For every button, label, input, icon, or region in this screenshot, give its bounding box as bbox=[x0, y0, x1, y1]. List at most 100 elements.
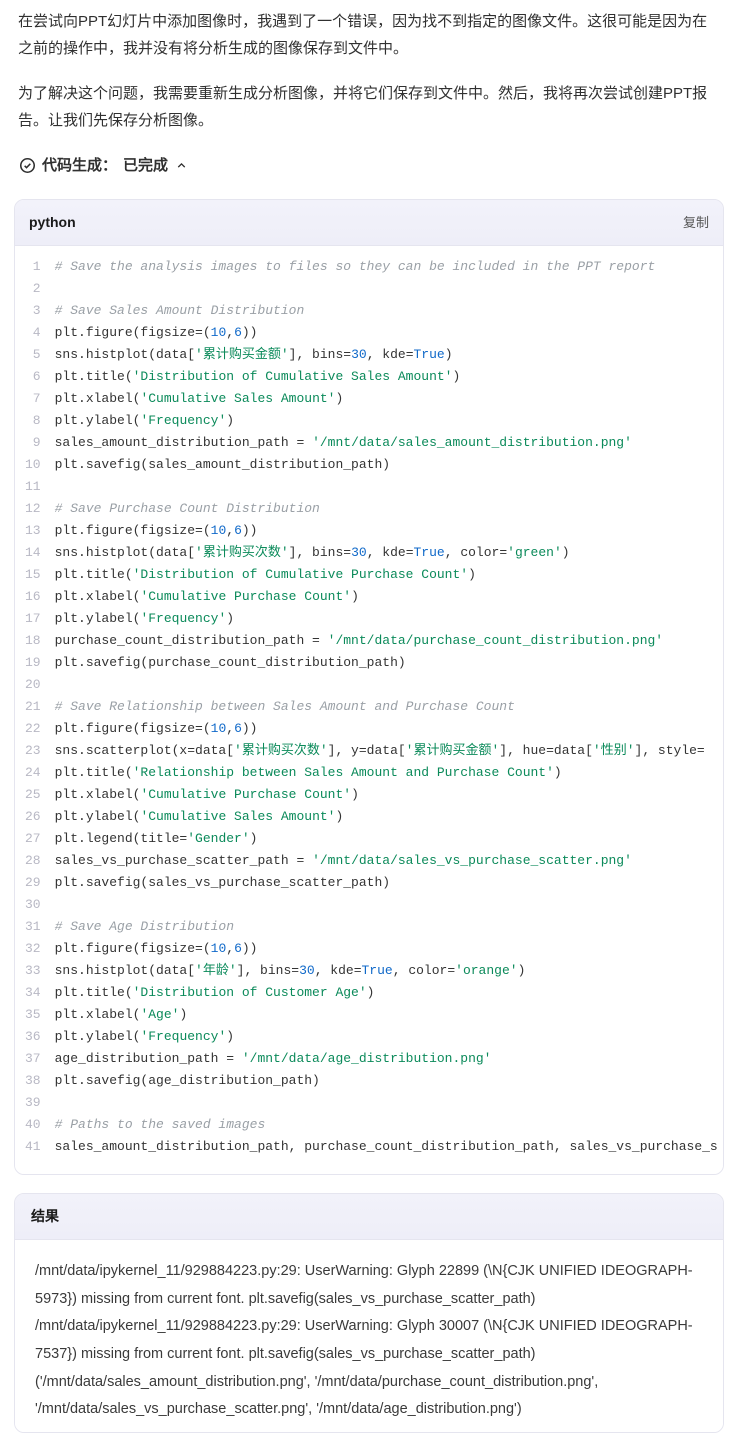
line-number: 4 bbox=[15, 322, 55, 344]
code-line: 20 bbox=[15, 674, 723, 696]
code-content[interactable]: plt.legend(title='Gender') bbox=[55, 828, 723, 850]
line-number: 38 bbox=[15, 1070, 55, 1092]
codegen-status[interactable]: 代码生成： 已完成 bbox=[0, 152, 738, 189]
line-number: 35 bbox=[15, 1004, 55, 1026]
line-number: 8 bbox=[15, 410, 55, 432]
code-content[interactable] bbox=[55, 1092, 723, 1114]
code-content[interactable] bbox=[55, 894, 723, 916]
line-number: 15 bbox=[15, 564, 55, 586]
code-line: 13plt.figure(figsize=(10,6)) bbox=[15, 520, 723, 542]
code-content[interactable]: plt.title('Distribution of Customer Age'… bbox=[55, 982, 723, 1004]
copy-button[interactable]: 复制 bbox=[683, 211, 709, 234]
code-line: 2 bbox=[15, 278, 723, 300]
line-number: 31 bbox=[15, 916, 55, 938]
line-number: 5 bbox=[15, 344, 55, 366]
code-content[interactable] bbox=[55, 476, 723, 498]
code-content[interactable]: plt.figure(figsize=(10,6)) bbox=[55, 938, 723, 960]
code-line: 24plt.title('Relationship between Sales … bbox=[15, 762, 723, 784]
code-content[interactable]: plt.ylabel('Frequency') bbox=[55, 608, 723, 630]
line-number: 41 bbox=[15, 1136, 55, 1168]
line-number: 1 bbox=[15, 246, 55, 278]
code-content[interactable]: plt.figure(figsize=(10,6)) bbox=[55, 322, 723, 344]
code-content[interactable]: plt.xlabel('Cumulative Purchase Count') bbox=[55, 784, 723, 806]
code-line: 22plt.figure(figsize=(10,6)) bbox=[15, 718, 723, 740]
code-content[interactable]: plt.figure(figsize=(10,6)) bbox=[55, 718, 723, 740]
code-line: 30 bbox=[15, 894, 723, 916]
prose-paragraph-1: 在尝试向PPT幻灯片中添加图像时，我遇到了一个错误，因为找不到指定的图像文件。这… bbox=[18, 8, 720, 62]
code-language-label: python bbox=[29, 210, 76, 235]
code-line: 32plt.figure(figsize=(10,6)) bbox=[15, 938, 723, 960]
line-number: 37 bbox=[15, 1048, 55, 1070]
code-content[interactable]: # Save the analysis images to files so t… bbox=[55, 246, 723, 278]
line-number: 18 bbox=[15, 630, 55, 652]
code-content[interactable]: sns.histplot(data['年龄'], bins=30, kde=Tr… bbox=[55, 960, 723, 982]
code-content[interactable]: plt.savefig(sales_amount_distribution_pa… bbox=[55, 454, 723, 476]
result-line: ('/mnt/data/sales_amount_distribution.pn… bbox=[35, 1369, 703, 1424]
code-line: 34plt.title('Distribution of Customer Ag… bbox=[15, 982, 723, 1004]
code-content[interactable]: sales_amount_distribution_path = '/mnt/d… bbox=[55, 432, 723, 454]
code-line: 31# Save Age Distribution bbox=[15, 916, 723, 938]
chevron-up-icon bbox=[174, 159, 188, 173]
code-content[interactable]: sales_amount_distribution_path, purchase… bbox=[55, 1136, 723, 1168]
line-number: 36 bbox=[15, 1026, 55, 1048]
code-content[interactable]: age_distribution_path = '/mnt/data/age_d… bbox=[55, 1048, 723, 1070]
code-content[interactable]: sns.histplot(data['累计购买次数'], bins=30, kd… bbox=[55, 542, 723, 564]
result-line: /mnt/data/ipykernel_11/929884223.py:29: … bbox=[35, 1258, 703, 1313]
line-number: 13 bbox=[15, 520, 55, 542]
code-content[interactable]: purchase_count_distribution_path = '/mnt… bbox=[55, 630, 723, 652]
line-number: 17 bbox=[15, 608, 55, 630]
code-line: 15plt.title('Distribution of Cumulative … bbox=[15, 564, 723, 586]
code-content[interactable]: plt.title('Distribution of Cumulative Sa… bbox=[55, 366, 723, 388]
code-content[interactable]: plt.xlabel('Cumulative Purchase Count') bbox=[55, 586, 723, 608]
code-content[interactable]: plt.ylabel('Frequency') bbox=[55, 1026, 723, 1048]
code-line: 12# Save Purchase Count Distribution bbox=[15, 498, 723, 520]
code-content[interactable]: plt.title('Relationship between Sales Am… bbox=[55, 762, 723, 784]
line-number: 19 bbox=[15, 652, 55, 674]
code-line: 5sns.histplot(data['累计购买金额'], bins=30, k… bbox=[15, 344, 723, 366]
code-content[interactable] bbox=[55, 674, 723, 696]
code-content[interactable]: plt.xlabel('Age') bbox=[55, 1004, 723, 1026]
line-number: 40 bbox=[15, 1114, 55, 1136]
code-line: 37age_distribution_path = '/mnt/data/age… bbox=[15, 1048, 723, 1070]
code-content[interactable]: # Save Sales Amount Distribution bbox=[55, 300, 723, 322]
code-content[interactable]: plt.savefig(sales_vs_purchase_scatter_pa… bbox=[55, 872, 723, 894]
code-line: 26plt.ylabel('Cumulative Sales Amount') bbox=[15, 806, 723, 828]
code-content[interactable]: plt.savefig(purchase_count_distribution_… bbox=[55, 652, 723, 674]
code-content[interactable]: # Save Purchase Count Distribution bbox=[55, 498, 723, 520]
line-number: 14 bbox=[15, 542, 55, 564]
code-line: 33sns.histplot(data['年龄'], bins=30, kde=… bbox=[15, 960, 723, 982]
code-body-scroll[interactable]: 1# Save the analysis images to files so … bbox=[15, 246, 723, 1174]
code-content[interactable]: # Save Age Distribution bbox=[55, 916, 723, 938]
code-line: 3# Save Sales Amount Distribution bbox=[15, 300, 723, 322]
line-number: 6 bbox=[15, 366, 55, 388]
code-content[interactable]: sns.scatterplot(x=data['累计购买次数'], y=data… bbox=[55, 740, 723, 762]
line-number: 3 bbox=[15, 300, 55, 322]
code-table: 1# Save the analysis images to files so … bbox=[15, 246, 723, 1168]
result-block: 结果 /mnt/data/ipykernel_11/929884223.py:2… bbox=[14, 1193, 724, 1432]
code-content[interactable]: # Paths to the saved images bbox=[55, 1114, 723, 1136]
code-line: 6plt.title('Distribution of Cumulative S… bbox=[15, 366, 723, 388]
line-number: 21 bbox=[15, 696, 55, 718]
code-content[interactable]: plt.figure(figsize=(10,6)) bbox=[55, 520, 723, 542]
code-content[interactable]: sns.histplot(data['累计购买金额'], bins=30, kd… bbox=[55, 344, 723, 366]
code-content[interactable]: plt.ylabel('Frequency') bbox=[55, 410, 723, 432]
line-number: 25 bbox=[15, 784, 55, 806]
code-content[interactable]: # Save Relationship between Sales Amount… bbox=[55, 696, 723, 718]
code-content[interactable]: plt.title('Distribution of Cumulative Pu… bbox=[55, 564, 723, 586]
code-line: 40# Paths to the saved images bbox=[15, 1114, 723, 1136]
code-content[interactable] bbox=[55, 278, 723, 300]
code-line: 10plt.savefig(sales_amount_distribution_… bbox=[15, 454, 723, 476]
code-content[interactable]: plt.xlabel('Cumulative Sales Amount') bbox=[55, 388, 723, 410]
line-number: 34 bbox=[15, 982, 55, 1004]
line-number: 16 bbox=[15, 586, 55, 608]
code-line: 1# Save the analysis images to files so … bbox=[15, 246, 723, 278]
code-line: 18purchase_count_distribution_path = '/m… bbox=[15, 630, 723, 652]
line-number: 39 bbox=[15, 1092, 55, 1114]
line-number: 2 bbox=[15, 278, 55, 300]
line-number: 32 bbox=[15, 938, 55, 960]
result-line: /mnt/data/ipykernel_11/929884223.py:29: … bbox=[35, 1313, 703, 1368]
line-number: 29 bbox=[15, 872, 55, 894]
code-content[interactable]: sales_vs_purchase_scatter_path = '/mnt/d… bbox=[55, 850, 723, 872]
code-content[interactable]: plt.savefig(age_distribution_path) bbox=[55, 1070, 723, 1092]
code-content[interactable]: plt.ylabel('Cumulative Sales Amount') bbox=[55, 806, 723, 828]
